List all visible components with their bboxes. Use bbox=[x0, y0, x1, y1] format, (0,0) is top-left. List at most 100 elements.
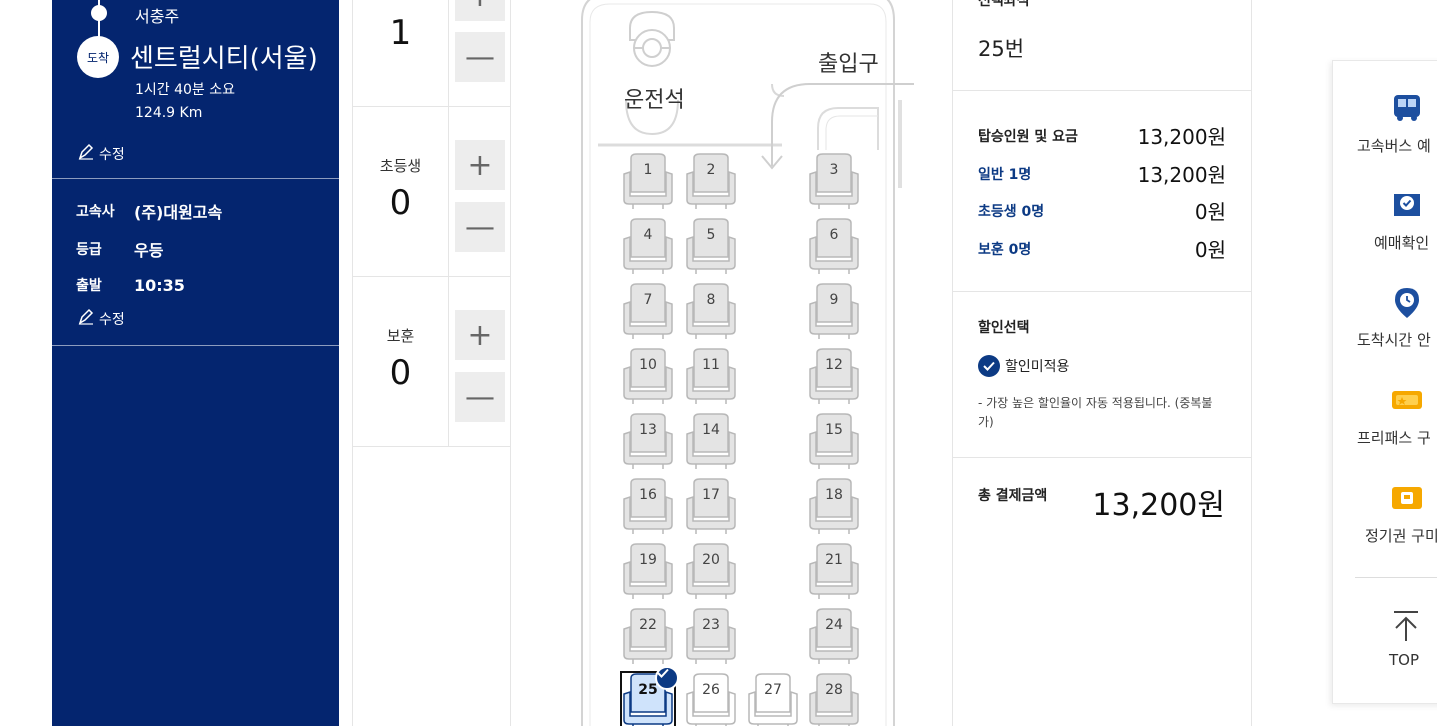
seat-2[interactable]: 2 bbox=[684, 152, 738, 210]
count-split bbox=[448, 107, 449, 276]
seat-icon bbox=[809, 153, 859, 209]
seat-3[interactable]: 3 bbox=[807, 152, 861, 210]
seat-icon bbox=[809, 283, 859, 339]
seat-27[interactable]: 27 bbox=[746, 672, 800, 726]
arrival-badge: 도착 bbox=[77, 36, 119, 78]
veteran-minus-button[interactable]: — bbox=[455, 372, 505, 422]
selected-seat-title: 선택좌석 bbox=[978, 0, 1030, 9]
depart-time-row: 출발 10:35 bbox=[76, 275, 185, 295]
quick-menu: 고속버스 예 예매확인 도착시간 안 프리패스 구 정기권 구미 TOP bbox=[1332, 60, 1437, 704]
veteran-fare-row: 보훈 0명 0원 bbox=[978, 234, 1226, 263]
quick-menu-bus-reservation[interactable]: 고속버스 예 bbox=[1333, 91, 1437, 181]
seat-7[interactable]: 7 bbox=[621, 282, 675, 340]
seat-icon bbox=[809, 348, 859, 404]
seat-number: 26 bbox=[702, 682, 720, 698]
edit-route-link[interactable]: 수정 bbox=[77, 143, 125, 165]
count-split bbox=[448, 277, 449, 446]
adult-minus-button[interactable]: — bbox=[455, 32, 505, 82]
scroll-top-button[interactable]: TOP bbox=[1373, 607, 1433, 677]
discount-title: 할인선택 bbox=[978, 320, 1030, 336]
adult-plus-button[interactable]: + bbox=[455, 0, 505, 21]
seat-9[interactable]: 9 bbox=[807, 282, 861, 340]
seat-24[interactable]: 24 bbox=[807, 607, 861, 665]
veteran-fare-label: 보훈 0명 bbox=[978, 241, 1032, 258]
seat-26[interactable]: 26 bbox=[684, 672, 738, 726]
seat-17[interactable]: 17 bbox=[684, 477, 738, 535]
fare-total-row: 탑승인원 및 요금 13,200원 bbox=[978, 121, 1226, 150]
quick-menu-arrival-time[interactable]: 도착시간 안 bbox=[1333, 285, 1437, 375]
seat-number: 13 bbox=[639, 422, 657, 438]
seat-number: 16 bbox=[639, 487, 657, 503]
seat-10[interactable]: 10 bbox=[621, 347, 675, 405]
total-value: 13,200원 bbox=[1092, 488, 1225, 523]
seat-5[interactable]: 5 bbox=[684, 217, 738, 275]
entrance-label: 출입구 bbox=[818, 52, 879, 77]
company-key: 고속사 bbox=[76, 204, 115, 220]
seat-icon bbox=[686, 608, 736, 664]
seat-1[interactable]: 1 bbox=[621, 152, 675, 210]
seat-number: 1 bbox=[643, 162, 653, 178]
panel-divider bbox=[52, 345, 339, 346]
seat-20[interactable]: 20 bbox=[684, 542, 738, 600]
child-minus-button[interactable]: — bbox=[455, 202, 505, 252]
total-label: 총 결제금액 bbox=[978, 488, 1048, 504]
adult-count-block: 1 + — bbox=[353, 0, 511, 107]
seat-18[interactable]: 18 bbox=[807, 477, 861, 535]
quick-menu-season-ticket[interactable]: 정기권 구미 bbox=[1333, 481, 1437, 571]
seat-icon bbox=[623, 283, 673, 339]
seat-number: 6 bbox=[829, 227, 839, 243]
seat-6[interactable]: 6 bbox=[807, 217, 861, 275]
seat-21[interactable]: 21 bbox=[807, 542, 861, 600]
trip-duration: 1시간 40분 소요 bbox=[135, 82, 236, 98]
seat-number: 5 bbox=[706, 227, 716, 243]
adult-count: 1 bbox=[389, 13, 412, 53]
seat-number: 8 bbox=[706, 292, 716, 308]
fare-title: 탑승인원 및 요금 bbox=[978, 128, 1078, 145]
scroll-top-label: TOP bbox=[1389, 651, 1420, 669]
seat-22[interactable]: 22 bbox=[621, 607, 675, 665]
seat-number: 19 bbox=[639, 552, 657, 568]
seat-8[interactable]: 8 bbox=[684, 282, 738, 340]
seat-icon bbox=[623, 348, 673, 404]
veteran-label: 보훈 bbox=[386, 327, 415, 345]
depart-time-key: 출발 bbox=[76, 278, 102, 294]
seat-25[interactable]: 25 bbox=[620, 666, 679, 726]
route-panel: 서충주 도착 센트럴시티(서울) 1시간 40분 소요 124.9 Km 수정 … bbox=[52, 0, 339, 726]
quick-menu-reservation-check[interactable]: 예매확인 bbox=[1333, 188, 1437, 278]
quick-menu-freepass[interactable]: 프리패스 구 bbox=[1333, 383, 1437, 473]
seat-number: 20 bbox=[702, 552, 720, 568]
seat-4[interactable]: 4 bbox=[621, 217, 675, 275]
seat-icon bbox=[809, 673, 859, 726]
route-departure-dot bbox=[91, 5, 107, 21]
edit-bus-link[interactable]: 수정 bbox=[77, 308, 125, 330]
company-value: (주)대원고속 bbox=[134, 203, 223, 222]
seat-28[interactable]: 28 bbox=[807, 672, 861, 726]
veteran-plus-button[interactable]: + bbox=[455, 310, 505, 360]
seat-icon bbox=[809, 543, 859, 599]
adult-fare-row: 일반 1명 13,200원 bbox=[978, 159, 1226, 188]
fare-total: 13,200원 bbox=[1137, 125, 1226, 149]
discount-option-none[interactable]: 할인미적용 bbox=[978, 355, 1069, 377]
grade-row: 등급 우등 bbox=[76, 237, 163, 261]
seat-icon bbox=[686, 543, 736, 599]
seat-icon bbox=[686, 283, 736, 339]
seat-14[interactable]: 14 bbox=[684, 412, 738, 470]
veteran-count: 0 bbox=[389, 353, 412, 393]
seat-12[interactable]: 12 bbox=[807, 347, 861, 405]
seat-16[interactable]: 16 bbox=[621, 477, 675, 535]
seat-19[interactable]: 19 bbox=[621, 542, 675, 600]
seat-15[interactable]: 15 bbox=[807, 412, 861, 470]
seat-number: 15 bbox=[825, 422, 843, 438]
seat-13[interactable]: 13 bbox=[621, 412, 675, 470]
child-plus-button[interactable]: + bbox=[455, 140, 505, 190]
season-ticket-icon bbox=[1392, 487, 1422, 509]
seat-icon bbox=[686, 478, 736, 534]
child-label: 초등생 bbox=[379, 157, 422, 175]
seat-number: 9 bbox=[829, 292, 839, 308]
grade-key: 등급 bbox=[76, 242, 102, 258]
seat-number: 18 bbox=[825, 487, 843, 503]
seat-number: 21 bbox=[825, 552, 843, 568]
seat-23[interactable]: 23 bbox=[684, 607, 738, 665]
seat-number: 7 bbox=[643, 292, 653, 308]
seat-11[interactable]: 11 bbox=[684, 347, 738, 405]
